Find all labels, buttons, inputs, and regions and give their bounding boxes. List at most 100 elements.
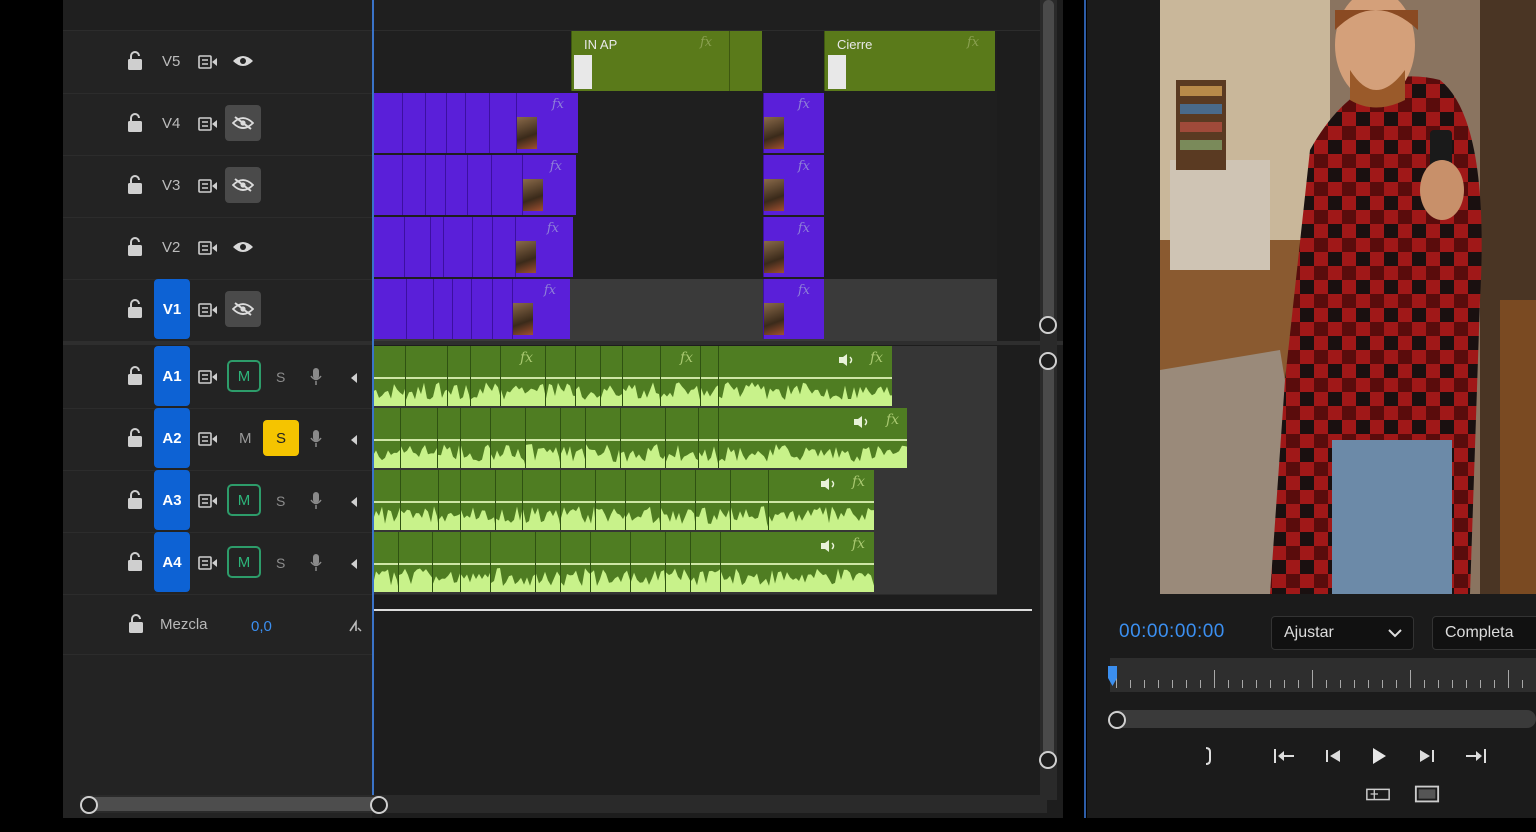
solo-button[interactable]: S (276, 369, 285, 385)
video-clip[interactable] (425, 155, 445, 215)
sync-lock-icon[interactable] (197, 368, 219, 386)
track-target-button[interactable]: V1 (154, 279, 190, 339)
video-clip[interactable]: fx (763, 155, 824, 215)
voice-over-record-icon[interactable] (308, 552, 324, 574)
audio-clip[interactable] (490, 408, 525, 468)
playhead-line[interactable] (372, 0, 374, 800)
video-clip[interactable] (433, 279, 452, 339)
eye-icon[interactable] (225, 43, 261, 79)
monitor-zoom-scrollbar[interactable] (1110, 710, 1536, 728)
lock-icon[interactable] (125, 551, 145, 573)
audio-clip[interactable] (495, 470, 522, 530)
audio-clip[interactable] (718, 346, 892, 406)
audio-clip[interactable] (400, 470, 438, 530)
sync-lock-icon[interactable] (197, 301, 219, 319)
solo-button[interactable]: S (276, 493, 285, 509)
video-clip[interactable] (402, 93, 425, 153)
video-clip[interactable]: fx (515, 217, 573, 277)
voice-over-record-icon[interactable] (308, 366, 324, 388)
video-clip[interactable]: fx (522, 155, 576, 215)
mark-out-icon[interactable] (1195, 745, 1221, 767)
audio-clip[interactable] (730, 470, 768, 530)
mute-button[interactable]: M (239, 430, 252, 447)
video-clip[interactable] (471, 279, 492, 339)
video-clip[interactable] (372, 155, 402, 215)
voice-over-record-icon[interactable] (308, 490, 324, 512)
eye-off-icon[interactable] (225, 291, 261, 327)
lock-icon[interactable] (125, 50, 145, 72)
audio-clip[interactable] (535, 532, 560, 592)
lock-icon[interactable] (125, 174, 145, 196)
audio-clip[interactable] (595, 470, 625, 530)
video-clip[interactable] (445, 155, 467, 215)
playhead-timecode[interactable]: 00:00:00:00 (1119, 621, 1225, 643)
solo-button[interactable]: S (263, 420, 299, 456)
audio-clip[interactable] (700, 346, 718, 406)
audio-clip[interactable] (590, 532, 630, 592)
playback-resolution-select[interactable]: Completa (1432, 616, 1536, 650)
audio-clip[interactable] (522, 470, 560, 530)
audio-clip[interactable] (560, 470, 595, 530)
audio-clip[interactable] (622, 346, 660, 406)
video-clip[interactable]: fx (763, 217, 824, 277)
audio-clip[interactable] (560, 408, 585, 468)
track-volume-icon[interactable] (348, 434, 360, 446)
sync-lock-icon[interactable] (197, 554, 219, 572)
video-clip[interactable] (404, 217, 430, 277)
scroll-handle[interactable] (1039, 316, 1057, 334)
graphic-clip-cierre[interactable]: Cierre fx (824, 31, 995, 91)
audio-clip[interactable] (585, 408, 620, 468)
scroll-handle[interactable] (1039, 352, 1057, 370)
voice-over-record-icon[interactable] (308, 428, 324, 450)
video-clip[interactable] (492, 279, 512, 339)
lock-icon[interactable] (125, 365, 145, 387)
audio-target-button[interactable]: A2 (154, 408, 190, 468)
audio-clip[interactable] (698, 408, 718, 468)
video-clip[interactable] (491, 155, 522, 215)
video-clip[interactable] (443, 217, 472, 277)
audio-target-button[interactable]: A3 (154, 470, 190, 530)
zoom-handle-left[interactable] (80, 796, 98, 814)
video-clip[interactable] (489, 93, 516, 153)
mute-button[interactable]: M (227, 546, 261, 578)
video-clip[interactable]: fx (763, 279, 824, 339)
lock-icon[interactable] (125, 427, 145, 449)
insert-icon[interactable] (1365, 783, 1391, 805)
video-clip[interactable] (467, 155, 491, 215)
audio-scroll-thumb[interactable] (1043, 355, 1054, 765)
mute-button[interactable]: M (227, 360, 261, 392)
lock-icon[interactable] (125, 489, 145, 511)
scroll-handle[interactable] (1039, 751, 1057, 769)
audio-clip[interactable] (525, 408, 560, 468)
video-clip[interactable] (452, 279, 471, 339)
monitor-zoom-handle[interactable] (1108, 711, 1126, 729)
solo-button[interactable]: S (276, 555, 285, 571)
audio-clip[interactable] (447, 346, 470, 406)
video-clip[interactable] (446, 93, 465, 153)
play-icon[interactable] (1366, 745, 1392, 767)
audio-clip[interactable] (665, 408, 698, 468)
overwrite-icon[interactable] (1414, 783, 1440, 805)
sync-lock-icon[interactable] (197, 239, 219, 257)
video-clip[interactable] (430, 217, 443, 277)
audio-clip[interactable] (405, 346, 447, 406)
lock-icon[interactable] (125, 298, 145, 320)
zoom-scroll-thumb[interactable] (88, 797, 380, 811)
lock-icon[interactable] (126, 613, 146, 635)
audio-clip[interactable] (438, 470, 460, 530)
mix-value[interactable]: 0,0 (251, 618, 272, 635)
audio-clip[interactable] (665, 532, 690, 592)
audio-target-button[interactable]: A4 (154, 532, 190, 592)
step-forward-icon[interactable] (1414, 745, 1440, 767)
audio-clip[interactable] (490, 532, 535, 592)
eye-off-icon[interactable] (225, 105, 261, 141)
audio-clip[interactable] (460, 408, 490, 468)
mute-button[interactable]: M (227, 484, 261, 516)
monitor-time-ruler[interactable] (1110, 658, 1536, 692)
mix-meter-icon[interactable] (347, 618, 363, 634)
fit-zoom-select[interactable]: Ajustar (1271, 616, 1414, 650)
graphic-clip-in-ap[interactable]: IN AP fx (571, 31, 729, 91)
audio-clip[interactable] (625, 470, 660, 530)
lock-icon[interactable] (125, 236, 145, 258)
graphic-clip[interactable] (729, 31, 762, 91)
